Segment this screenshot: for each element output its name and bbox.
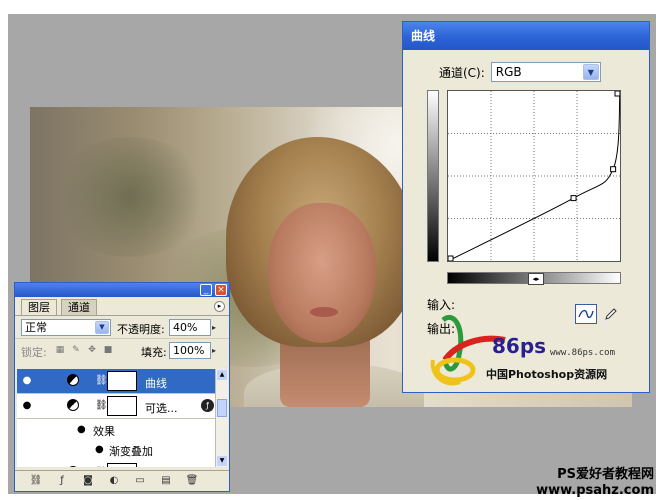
effects-label: 效果 xyxy=(93,425,115,438)
link-icon: ⛓ xyxy=(95,375,108,386)
blend-mode-select[interactable]: 正常 ▼ xyxy=(21,319,111,336)
watermark-url: www.86ps.com xyxy=(550,348,616,358)
curve-graph[interactable] xyxy=(447,90,621,262)
layer-row[interactable]: ● ⛓ 曲线 xyxy=(17,369,215,394)
tab-channels[interactable]: 通道 xyxy=(61,299,97,315)
subject-face xyxy=(268,203,376,343)
scroll-thumb[interactable] xyxy=(217,399,227,417)
chevron-down-icon[interactable]: ▼ xyxy=(582,64,599,80)
layer-name: 曲线 xyxy=(145,377,167,390)
effects-row[interactable]: ● 效果 xyxy=(17,419,215,441)
layer-mask-thumbnail[interactable] xyxy=(107,396,137,416)
lock-label: 锁定: xyxy=(21,346,47,359)
scroll-up-icon[interactable]: ▲ xyxy=(217,370,227,380)
fill-input[interactable]: 100% xyxy=(169,342,211,359)
corner-watermark-line1: PS爱好者教程网 xyxy=(557,467,654,482)
opacity-label: 不透明度: xyxy=(117,323,165,336)
curve-control-point[interactable] xyxy=(447,255,454,262)
adjustment-layer-icon xyxy=(67,374,79,386)
blend-opacity-row: 正常 ▼ 不透明度: 40% ▸ xyxy=(15,316,229,338)
eye-icon[interactable]: ● xyxy=(20,375,34,387)
curve-control-point[interactable] xyxy=(570,195,577,202)
background-foliage xyxy=(50,137,210,257)
curve-grid xyxy=(448,91,620,261)
link-layers-icon[interactable]: ⛓ xyxy=(29,474,43,488)
adjustment-layer-button-icon[interactable]: ◐ xyxy=(107,474,121,488)
lock-brush-icon[interactable]: ✎ xyxy=(71,345,81,355)
fill-arrow-icon[interactable]: ▸ xyxy=(212,344,222,357)
corner-watermark-line2: www.psahz.com xyxy=(536,483,654,498)
eye-icon[interactable]: ● xyxy=(20,400,34,412)
output-gradient-bar xyxy=(427,90,439,262)
effect-item-row[interactable]: ● 渐变叠加 xyxy=(17,439,215,461)
layer-row[interactable]: ● ⛓ 可选... ƒ xyxy=(17,394,215,419)
layer-list-scrollbar[interactable]: ▲ ▼ xyxy=(215,369,228,467)
scroll-down-icon[interactable]: ▼ xyxy=(217,456,227,466)
close-button[interactable]: × xyxy=(215,284,227,296)
layer-style-icon[interactable]: ƒ xyxy=(55,474,69,488)
opacity-arrow-icon[interactable]: ▸ xyxy=(212,321,222,334)
panel-menu-icon[interactable]: ▸ xyxy=(214,301,225,312)
tab-layers[interactable]: 图层 xyxy=(21,299,57,315)
chevron-down-icon[interactable]: ▼ xyxy=(95,321,109,334)
link-icon: ⛓ xyxy=(95,400,108,411)
new-layer-icon[interactable]: ▤ xyxy=(159,474,173,488)
channel-select-value: RGB xyxy=(495,65,522,79)
eye-icon[interactable]: ● xyxy=(95,444,104,455)
layers-bottom-toolbar: ⛓ ƒ ◙ ◐ ▭ ▤ 🗑 xyxy=(15,470,229,491)
lock-move-icon[interactable]: ✥ xyxy=(87,345,97,355)
curve-control-point[interactable] xyxy=(610,166,617,173)
input-gradient-bar: ◂▸ xyxy=(447,272,621,285)
layers-panel: _ × 图层 通道 ▸ 正常 ▼ 不透明度: 40% ▸ 锁定: ▦ ✎ ✥ ■… xyxy=(14,282,230,492)
channel-label: 通道(C): xyxy=(439,65,485,80)
watermark-logo-text: 86ps xyxy=(492,334,547,358)
fx-icon[interactable]: ƒ xyxy=(201,399,214,412)
lock-transparency-icon[interactable]: ▦ xyxy=(55,345,65,355)
watermark-tagline: 中国Photoshop资源网 xyxy=(486,368,608,381)
layers-panel-titlebar[interactable]: _ × xyxy=(15,283,229,297)
layers-panel-tabs: 图层 通道 ▸ xyxy=(15,297,229,316)
layer-list: ● ⛓ 曲线 ● ⛓ 可选... ƒ ● 效果 ● 渐变叠加 ● ⛓ 曲线 xyxy=(17,369,215,467)
curve-control-point[interactable] xyxy=(614,90,621,97)
layer-name: 可选... xyxy=(145,402,178,415)
lock-fill-row: 锁定: ▦ ✎ ✥ ■ 填充: 100% ▸ xyxy=(15,338,229,361)
channel-row: 通道(C): RGB ▼ xyxy=(439,62,601,82)
gradient-slider-handle[interactable]: ◂▸ xyxy=(528,273,544,285)
layer-mask-thumbnail[interactable] xyxy=(107,371,137,391)
curves-dialog-title[interactable]: 曲线 xyxy=(403,22,649,50)
minimize-button[interactable]: _ xyxy=(200,284,212,296)
trash-icon[interactable]: 🗑 xyxy=(185,474,199,488)
adjustment-layer-icon xyxy=(67,399,79,411)
curve-graph-svg[interactable] xyxy=(447,90,621,262)
new-group-icon[interactable]: ▭ xyxy=(133,474,147,488)
layer-mask-thumbnail[interactable] xyxy=(107,463,137,467)
blend-mode-value: 正常 xyxy=(25,321,47,334)
subject-lips xyxy=(310,307,338,317)
lock-all-icon[interactable]: ■ xyxy=(103,345,113,355)
adjustment-layer-icon xyxy=(67,466,79,467)
opacity-input[interactable]: 40% xyxy=(169,319,211,336)
effect-item-label: 渐变叠加 xyxy=(109,445,153,458)
channel-select[interactable]: RGB ▼ xyxy=(490,62,601,82)
fill-label: 填充: xyxy=(141,346,167,359)
layer-row[interactable]: ● ⛓ 曲线 xyxy=(17,461,215,467)
eye-icon[interactable]: ● xyxy=(77,424,86,435)
add-mask-icon[interactable]: ◙ xyxy=(81,474,95,488)
